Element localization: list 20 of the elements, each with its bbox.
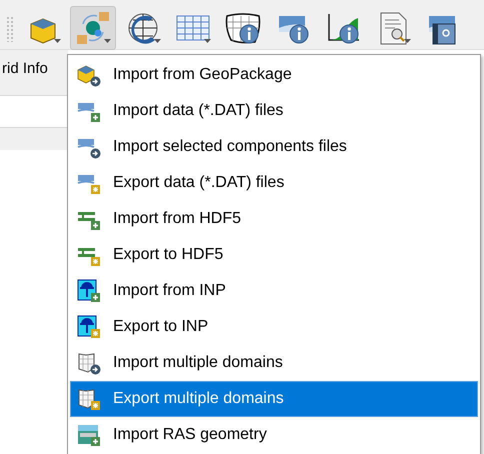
menu-item[interactable]: Import selected components files	[70, 129, 478, 165]
domains-icon	[77, 351, 101, 375]
menu-item[interactable]: Import RAS geometry	[70, 417, 478, 453]
tab[interactable]: rid Info	[2, 58, 48, 80]
menu-item[interactable]: Import data (*.DAT) files	[70, 93, 478, 129]
package-import-icon	[77, 63, 101, 87]
toolbar-grip[interactable]	[6, 16, 14, 42]
inp-file-icon	[77, 279, 101, 303]
menu-item[interactable]: Export to INP	[70, 309, 478, 345]
menu-item[interactable]: Import from HDF5	[70, 201, 478, 237]
inp-file-icon	[77, 315, 101, 339]
header-row	[0, 128, 68, 150]
menu-item[interactable]: Import from INP	[70, 273, 478, 309]
menu-item[interactable]: Export multiple domains	[70, 381, 478, 417]
ras-geometry-icon	[77, 423, 101, 447]
menu-item[interactable]: Import multiple domains	[70, 345, 478, 381]
menu-item[interactable]: Export data (*.DAT) files	[70, 165, 478, 201]
domains-icon	[77, 387, 101, 411]
menu-item[interactable]: Export to HDF5	[70, 237, 478, 273]
menu-item[interactable]: Import from GeoPackage	[70, 57, 478, 93]
